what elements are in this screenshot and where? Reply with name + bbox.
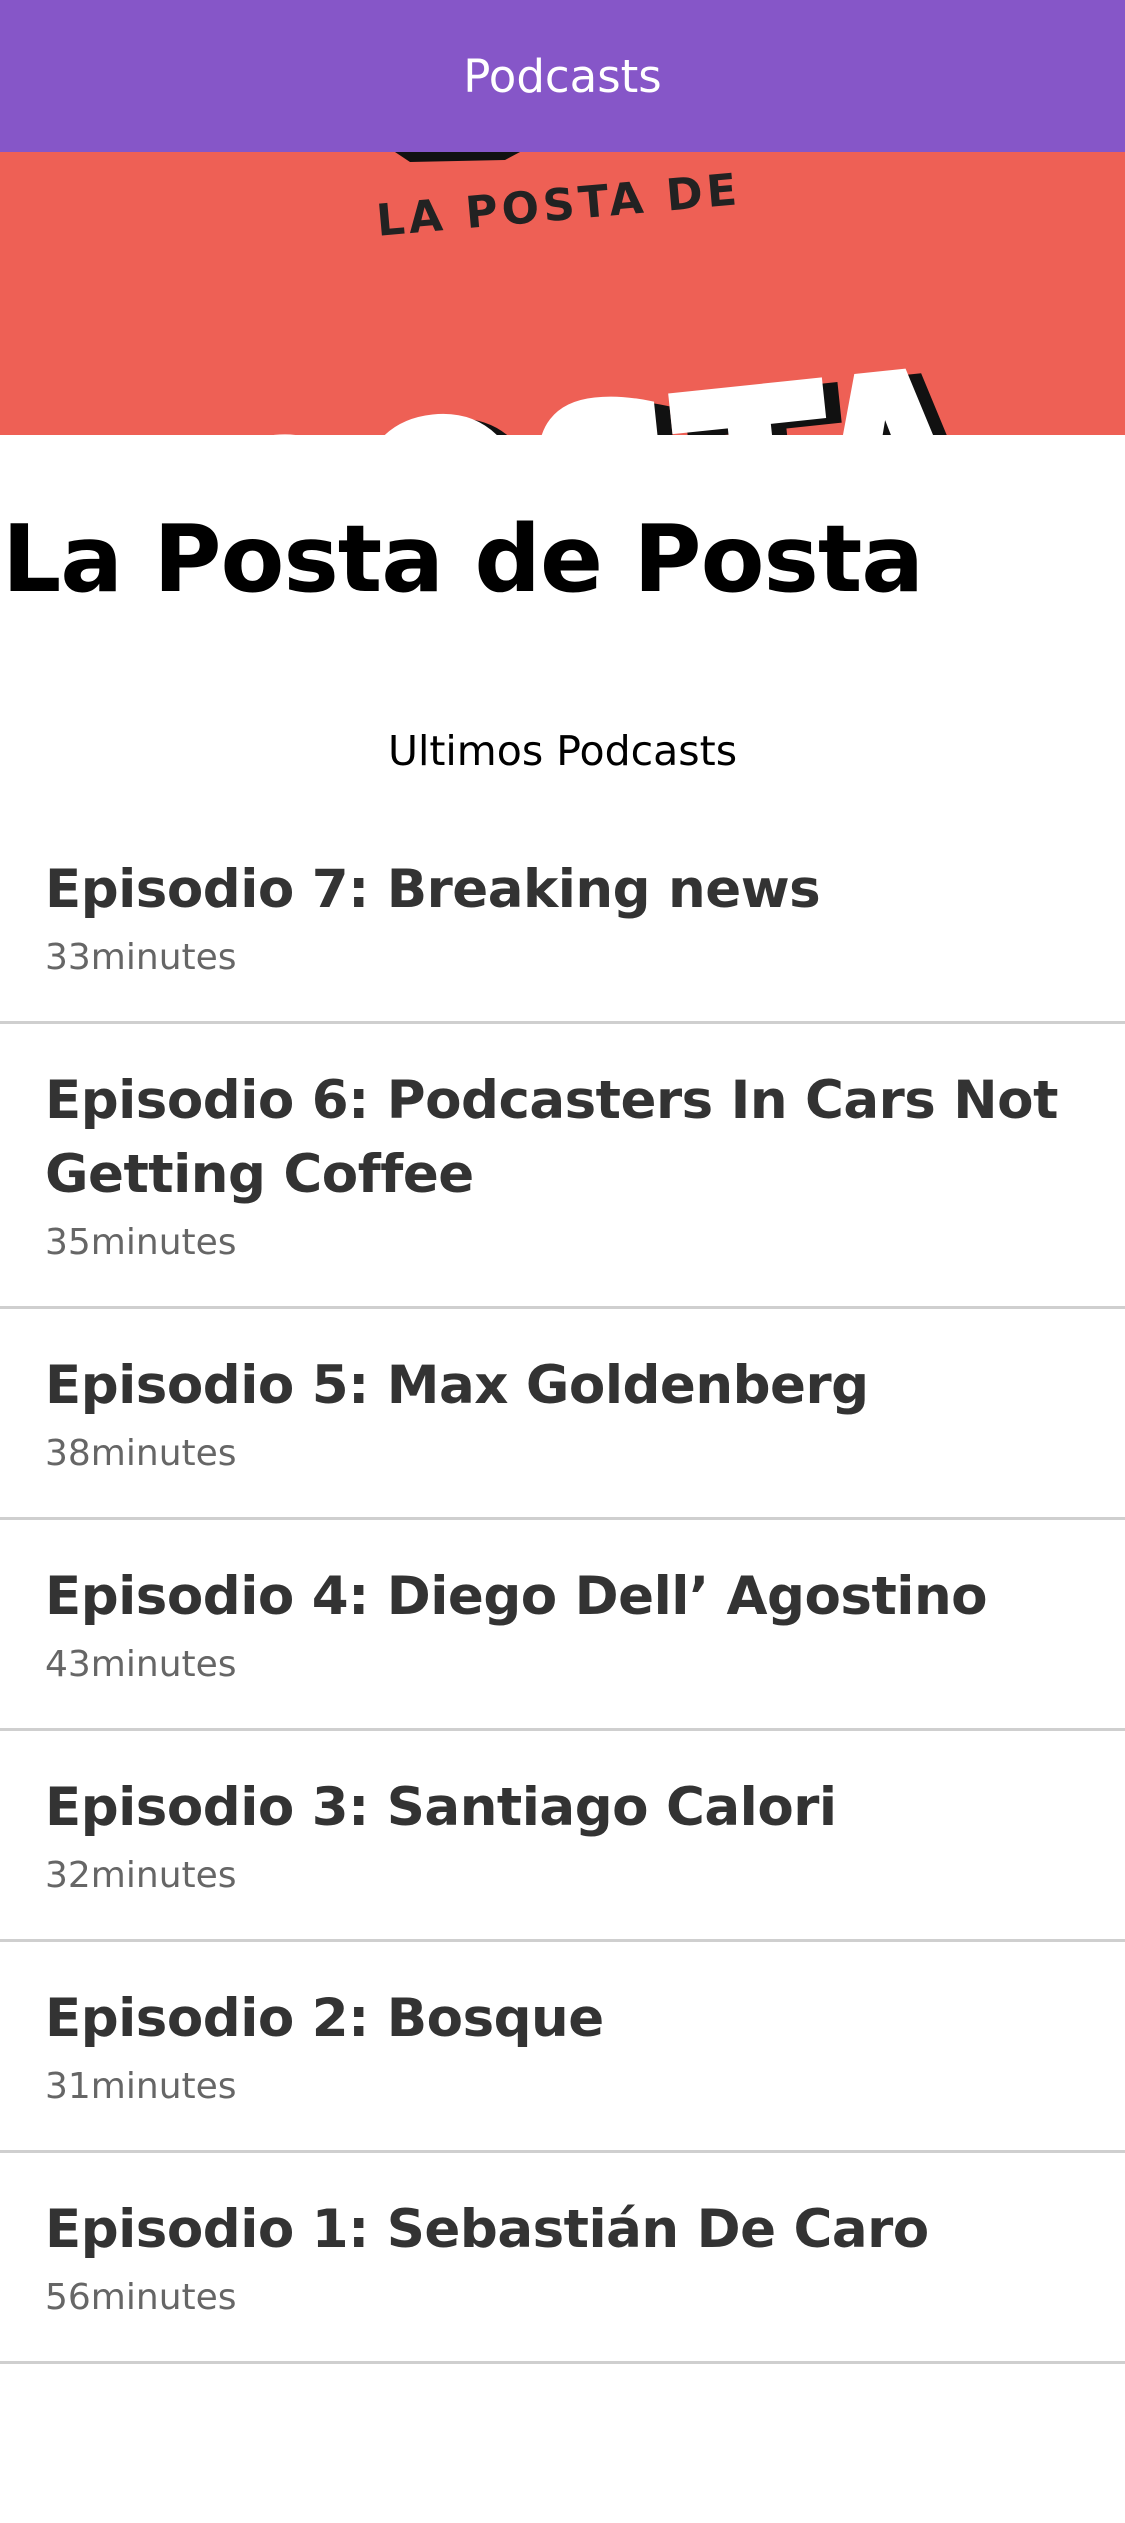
episode-item[interactable]: Episodio 7: Breaking news 33minutes (0, 821, 1125, 1024)
episode-list: Episodio 7: Breaking news 33minutes Epis… (0, 821, 1125, 2364)
episode-duration: 38minutes (45, 1433, 237, 1474)
app-bar-title: Podcasts (463, 49, 662, 103)
episode-title: Episodio 3: Santiago Calori (45, 1777, 837, 1838)
episode-title: Episodio 6: Podcasters In Cars Not Getti… (45, 1070, 1058, 1205)
episode-title: Episodio 1: Sebastián De Caro (45, 2199, 929, 2260)
episode-duration: 43minutes (45, 1644, 237, 1685)
podcast-logo: LA POSTA DE POSTA POSTA (176, 152, 1015, 435)
episode-duration: 31minutes (45, 2066, 237, 2107)
podcast-cover-banner: LA POSTA DE POSTA POSTA (0, 152, 1125, 435)
episode-duration: 35minutes (45, 1222, 237, 1263)
episode-item[interactable]: Episodio 5: Max Goldenberg 38minutes (0, 1309, 1125, 1520)
svg-text:LA POSTA DE: LA POSTA DE (374, 164, 742, 247)
app-bar: Podcasts (0, 0, 1125, 152)
show-title: La Posta de Posta (2, 505, 924, 613)
episode-item[interactable]: Episodio 1: Sebastián De Caro 56minutes (0, 2153, 1125, 2364)
episode-item[interactable]: Episodio 4: Diego Dell’ Agostino 43minut… (0, 1520, 1125, 1731)
episode-item[interactable]: Episodio 3: Santiago Calori 32minutes (0, 1731, 1125, 1942)
episode-duration: 32minutes (45, 1855, 237, 1896)
episode-title: Episodio 7: Breaking news (45, 859, 821, 920)
svg-text:POSTA: POSTA (176, 306, 999, 435)
episode-title: Episodio 5: Max Goldenberg (45, 1355, 869, 1416)
episode-item[interactable]: Episodio 2: Bosque 31minutes (0, 1942, 1125, 2153)
episode-duration: 33minutes (45, 937, 237, 978)
episode-title: Episodio 2: Bosque (45, 1988, 604, 2049)
episode-title: Episodio 4: Diego Dell’ Agostino (45, 1566, 988, 1627)
section-heading: Ultimos Podcasts (387, 727, 738, 775)
episode-item[interactable]: Episodio 6: Podcasters In Cars Not Getti… (0, 1024, 1125, 1309)
episode-duration: 56minutes (45, 2277, 237, 2318)
